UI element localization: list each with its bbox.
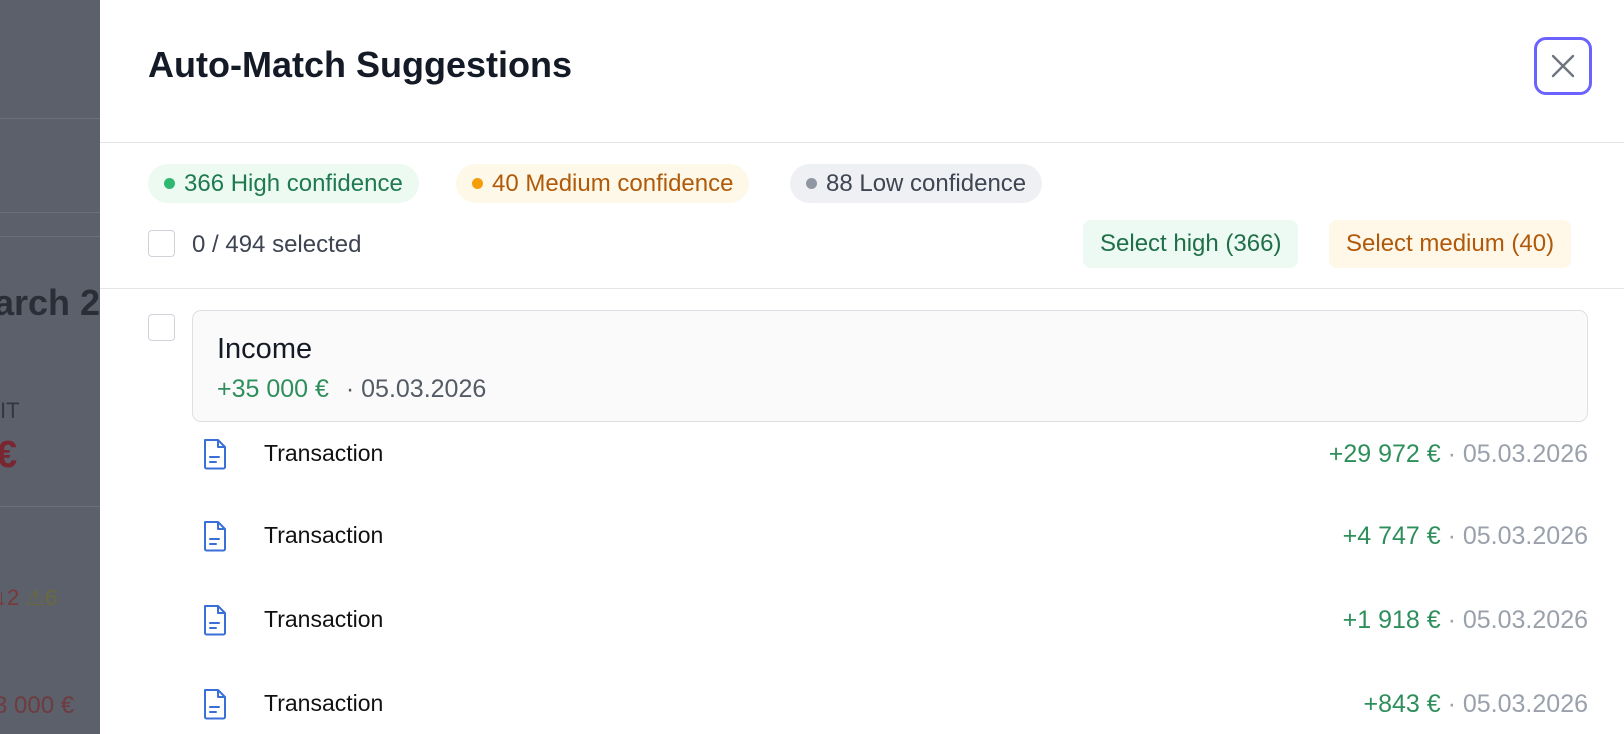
close-button[interactable] [1534, 37, 1592, 95]
auto-match-panel: Auto-Match Suggestions 366 High confiden… [100, 0, 1624, 734]
medium-confidence-badge: 40 Medium confidence [456, 164, 750, 203]
transaction-amount: +29 972 € [1328, 440, 1441, 468]
group-date: · 05.03.2026 [345, 375, 487, 403]
group-checkbox[interactable] [148, 314, 175, 341]
high-confidence-badge: 366 High confidence [148, 164, 419, 203]
panel-header: Auto-Match Suggestions [100, 0, 1624, 143]
page-backdrop: arch 2 IT € ↓2 ⚠6 3 000 € [0, 0, 100, 734]
transaction-date: · 05.03.2026 [1440, 522, 1588, 550]
transaction-date: · 05.03.2026 [1440, 440, 1588, 468]
close-icon [1551, 54, 1575, 78]
transaction-row[interactable]: Transaction +4 747 € · 05.03.2026 [192, 514, 1588, 562]
group-amount: +35 000 € [217, 375, 329, 403]
backdrop-amount-symbol: € [0, 434, 18, 476]
status-dot [806, 178, 817, 189]
panel-title: Auto-Match Suggestions [148, 44, 572, 85]
selection-count: 0 / 494 selected [192, 231, 362, 258]
transaction-date: · 05.03.2026 [1440, 606, 1588, 634]
backdrop-divider [0, 236, 100, 237]
transaction-value: +843 € · 05.03.2026 [1363, 690, 1588, 719]
select-high-button[interactable]: Select high (366) [1083, 220, 1299, 268]
transaction-value: +29 972 € · 05.03.2026 [1329, 440, 1588, 469]
transaction-label: Transaction [264, 440, 384, 466]
document-icon [204, 521, 226, 552]
match-group-card[interactable]: Income +35 000 € · 05.03.2026 [192, 310, 1588, 422]
document-icon [204, 689, 226, 720]
transaction-row[interactable]: Transaction +1 918 € · 05.03.2026 [192, 598, 1588, 646]
status-dot [472, 178, 483, 189]
select-all-checkbox[interactable] [148, 230, 175, 257]
select-medium-button[interactable]: Select medium (40) [1329, 220, 1572, 268]
backdrop-divider [0, 212, 100, 213]
group-meta: +35 000 € · 05.03.2026 [217, 375, 486, 404]
low-confidence-label: 88 Low confidence [826, 169, 1027, 197]
transaction-label: Transaction [264, 522, 384, 548]
backdrop-label: IT [0, 398, 20, 423]
transaction-row[interactable]: Transaction +843 € · 05.03.2026 [192, 682, 1588, 730]
transaction-date: · 05.03.2026 [1440, 690, 1588, 718]
document-icon [204, 605, 226, 636]
backdrop-stat-down: ↓2 [0, 585, 20, 610]
backdrop-heading: arch 2 [0, 282, 100, 323]
document-icon [204, 439, 226, 470]
backdrop-divider [0, 506, 100, 507]
backdrop-amount: 3 000 € [0, 692, 75, 719]
transaction-row[interactable]: Transaction +29 972 € · 05.03.2026 [192, 432, 1588, 480]
transaction-amount: +1 918 € [1342, 606, 1441, 634]
high-confidence-label: 366 High confidence [184, 169, 403, 197]
low-confidence-badge: 88 Low confidence [790, 164, 1043, 203]
backdrop-stats: ↓2 ⚠6 [0, 585, 57, 611]
transaction-value: +4 747 € · 05.03.2026 [1343, 522, 1588, 551]
medium-confidence-label: 40 Medium confidence [492, 169, 734, 197]
selection-toolbar: 366 High confidence 40 Medium confidence… [100, 144, 1624, 289]
status-dot [164, 178, 175, 189]
transaction-label: Transaction [264, 606, 384, 632]
group-title: Income [217, 333, 313, 365]
transaction-amount: +843 € [1363, 690, 1441, 718]
transaction-value: +1 918 € · 05.03.2026 [1343, 606, 1588, 635]
transaction-amount: +4 747 € [1342, 522, 1441, 550]
backdrop-divider [0, 118, 100, 119]
backdrop-stat-warn: ⚠6 [25, 585, 58, 610]
transaction-label: Transaction [264, 690, 384, 716]
